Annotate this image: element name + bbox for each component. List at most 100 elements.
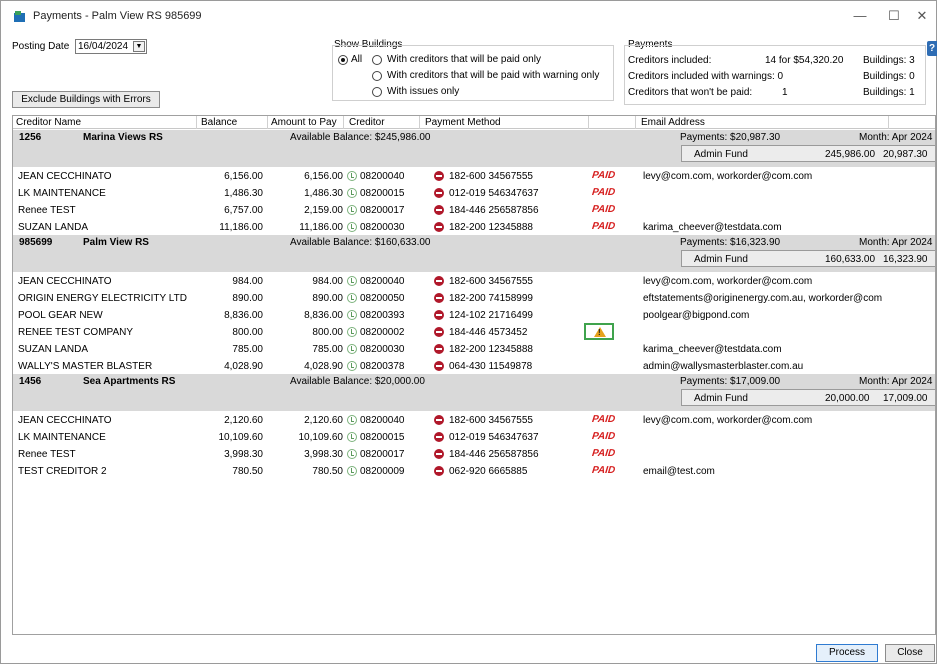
radio-paid-only[interactable] <box>372 55 382 65</box>
bank-icon <box>434 171 444 181</box>
available-balance: Available Balance: $245,986.00 <box>290 132 431 143</box>
creditor-row[interactable]: WALLY'S MASTER BLASTER 4,028.90 4,028.90 08… <box>13 357 935 375</box>
amount-to-pay: 3,998.30 <box>304 449 343 460</box>
payment-method: 184-446 256587856 <box>449 449 539 460</box>
building-month: Month: Apr 2024 <box>859 376 933 387</box>
creditor-row[interactable]: JEAN CECCHINATO 984.00 984.00 08200040 182-6… <box>13 272 935 290</box>
creditor-code: 08200009 <box>360 466 405 477</box>
creditor-row[interactable]: Renee TEST 6,757.00 2,159.00 08200017 184-44… <box>13 201 935 219</box>
process-button[interactable]: Process <box>816 644 878 662</box>
creditor-name: LK MAINTENANCE <box>18 188 106 199</box>
creditor-name: POOL GEAR NEW <box>18 310 103 321</box>
creditor-row[interactable]: JEAN CECCHINATO 6,156.00 6,156.00 08200040 1… <box>13 167 935 185</box>
creditor-code: 08200017 <box>360 205 405 216</box>
posting-date-label: Posting Date <box>12 41 70 52</box>
posting-date-field[interactable]: 16/04/2024 ▼ <box>75 39 147 54</box>
creditor-name: Renee TEST <box>18 205 76 216</box>
col-payment-method[interactable]: Payment Method <box>425 117 501 128</box>
clock-icon <box>347 293 357 303</box>
creditor-row[interactable]: JEAN CECCHINATO 2,120.60 2,120.60 08200040 1… <box>13 411 935 429</box>
creditor-balance: 11,186.00 <box>219 222 263 233</box>
posting-date-value: 16/04/2024 <box>78 41 129 52</box>
amount-to-pay: 6,156.00 <box>304 171 343 182</box>
payment-method: 064-430 11549878 <box>449 361 533 372</box>
bank-icon <box>434 222 444 232</box>
creditor-row[interactable]: SUZAN LANDA 11,186.00 11,186.00 08200030 182… <box>13 218 935 236</box>
bank-icon <box>434 205 444 215</box>
bank-icon <box>434 361 444 371</box>
building-payments: Payments: $16,323.90 <box>680 237 781 248</box>
creditor-row[interactable]: Renee TEST 3,998.30 3,998.30 08200017 184-44… <box>13 445 935 463</box>
grid-header: Creditor Name Balance Amount to Pay Cred… <box>13 116 935 129</box>
building-row[interactable]: 1456 Sea Apartments RS Available Balance: … <box>13 374 935 411</box>
amount-to-pay: 2,120.60 <box>304 415 343 426</box>
creditor-name: LK MAINTENANCE <box>18 432 106 443</box>
minimize-button[interactable]: — <box>849 7 871 25</box>
radio-issues[interactable] <box>372 87 382 97</box>
title-bar: Payments - Palm View RS 985699 — ☐ ✕ <box>1 1 936 31</box>
creditor-balance: 6,757.00 <box>224 205 263 216</box>
email-address: levy@com.com, workorder@com.com <box>643 415 813 426</box>
creditor-balance: 6,156.00 <box>224 171 263 182</box>
building-row[interactable]: 985699 Palm View RS Available Balance: $16… <box>13 235 935 272</box>
fund-balance: 245,986.00 <box>825 149 876 160</box>
creditor-row[interactable]: POOL GEAR NEW 8,836.00 8,836.00 08200393 124… <box>13 306 935 324</box>
building-code: 1256 <box>19 132 42 143</box>
bank-icon <box>434 415 444 425</box>
radio-paid-warning-label: With creditors that will be paid with wa… <box>387 70 600 81</box>
chevron-down-icon[interactable]: ▼ <box>133 41 145 52</box>
radio-all[interactable] <box>338 55 348 65</box>
clock-icon <box>347 432 357 442</box>
email-address: karima_cheever@testdata.com <box>643 344 782 355</box>
creditor-code: 08200015 <box>360 432 405 443</box>
creditors-included-buildings: Buildings: 3 <box>863 55 915 66</box>
fund-name: Admin Fund <box>694 254 748 265</box>
col-creditor-name[interactable]: Creditor Name <box>16 117 81 128</box>
creditor-code: 08200040 <box>360 415 405 426</box>
building-row[interactable]: 1256 Marina Views RS Available Balance: $2… <box>13 130 935 167</box>
close-window-button[interactable]: ✕ <box>911 7 933 25</box>
creditor-balance: 2,120.60 <box>224 415 263 426</box>
creditor-name: RENEE TEST COMPANY <box>18 327 134 338</box>
payment-method: 182-600 34567555 <box>449 415 533 426</box>
clock-icon <box>347 344 357 354</box>
clock-icon <box>347 310 357 320</box>
warning-icon[interactable] <box>584 323 614 340</box>
creditor-name: SUZAN LANDA <box>18 344 89 355</box>
creditor-row[interactable]: RENEE TEST COMPANY 800.00 800.00 08200002 18… <box>13 323 935 341</box>
radio-paid-warning[interactable] <box>372 71 382 81</box>
creditor-row[interactable]: SUZAN LANDA 785.00 785.00 08200030 182-200 1… <box>13 340 935 358</box>
col-email-address[interactable]: Email Address <box>641 117 705 128</box>
creditor-name: JEAN CECCHINATO <box>18 171 112 182</box>
col-balance[interactable]: Balance <box>201 117 237 128</box>
amount-to-pay: 11,186.00 <box>299 222 343 233</box>
creditor-row[interactable]: LK MAINTENANCE 1,486.30 1,486.30 08200015 01… <box>13 184 935 202</box>
fund-balance: 160,633.00 <box>825 254 876 265</box>
close-button[interactable]: Close <box>885 644 935 662</box>
creditor-row[interactable]: LK MAINTENANCE 10,109.60 10,109.60 08200015… <box>13 428 935 446</box>
fund-payment: 16,323.90 <box>883 254 928 265</box>
building-month: Month: Apr 2024 <box>859 132 933 143</box>
building-month: Month: Apr 2024 <box>859 237 933 248</box>
creditor-balance: 8,836.00 <box>224 310 263 321</box>
creditors-not-paid-label: Creditors that won't be paid: <box>628 87 753 98</box>
email-address: eftstatements@originenergy.com.au, worko… <box>643 293 883 304</box>
help-icon[interactable]: ? <box>927 41 937 56</box>
amount-to-pay: 2,159.00 <box>304 205 343 216</box>
creditor-balance: 10,109.60 <box>218 432 264 443</box>
clock-icon <box>347 327 357 337</box>
payment-method: 012-019 546347637 <box>449 432 539 443</box>
window-title: Payments - Palm View RS 985699 <box>33 10 202 22</box>
creditors-included-value: 14 for $54,320.20 <box>765 55 844 66</box>
col-creditor[interactable]: Creditor <box>349 117 385 128</box>
amount-to-pay: 780.50 <box>312 466 343 477</box>
payments-app-icon <box>14 11 25 22</box>
building-payments: Payments: $17,009.00 <box>680 376 781 387</box>
maximize-button[interactable]: ☐ <box>883 7 905 25</box>
creditor-code: 08200050 <box>360 293 405 304</box>
exclude-buildings-button[interactable]: Exclude Buildings with Errors <box>12 91 160 108</box>
payment-method: 182-200 12345888 <box>449 344 533 355</box>
creditor-row[interactable]: TEST CREDITOR 2 780.50 780.50 08200009 062-9… <box>13 462 935 480</box>
col-amount-to-pay[interactable]: Amount to Pay <box>271 117 337 128</box>
creditor-row[interactable]: ORIGIN ENERGY ELECTRICITY LTD 890.00 890.0… <box>13 289 935 307</box>
